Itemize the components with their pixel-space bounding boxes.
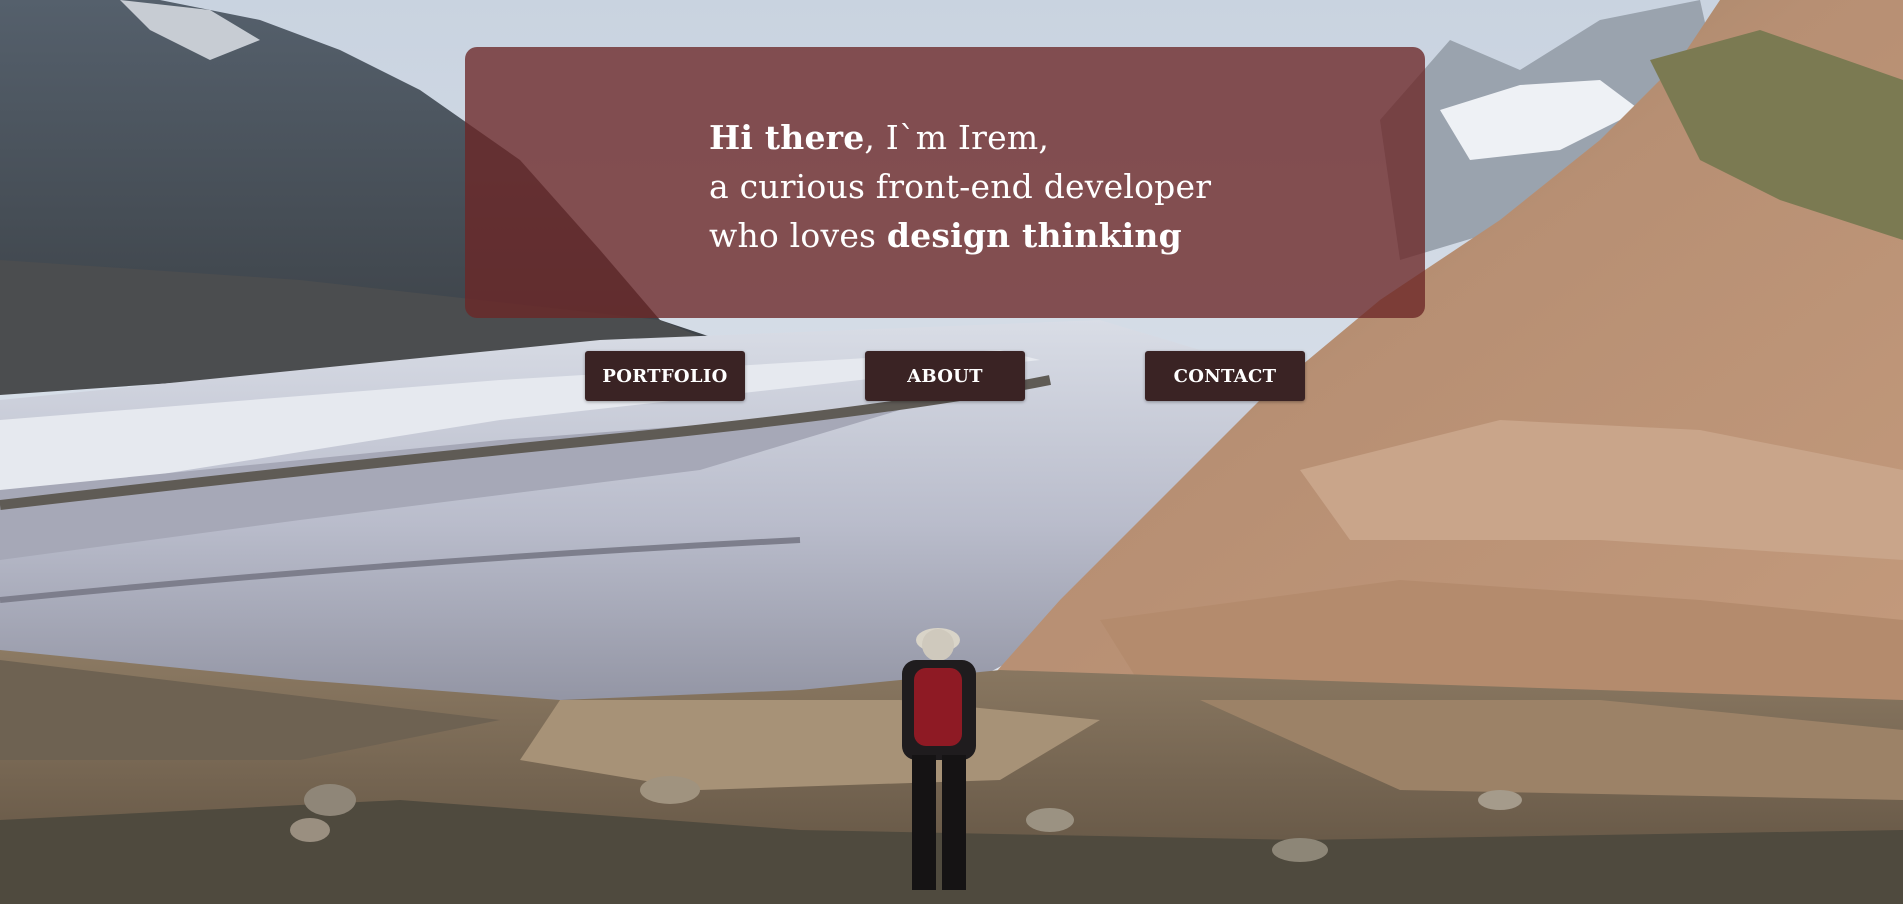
name-text: , I`m Irem, (864, 118, 1050, 157)
portfolio-button[interactable]: PORTFOLIO (585, 351, 745, 401)
about-button[interactable]: ABOUT (865, 351, 1025, 401)
contact-button[interactable]: CONTACT (1145, 351, 1305, 401)
intro-line-3: who loves design thinking (709, 211, 1211, 260)
intro-line-2: a curious front-end developer (709, 167, 1212, 206)
main-nav: PORTFOLIO ABOUT CONTACT (0, 351, 1903, 401)
greeting: Hi there (709, 118, 865, 157)
loves-text: who loves (709, 216, 887, 255)
intro-line-1: Hi there, I`m Irem, (709, 113, 1211, 162)
design-thinking-text: design thinking (886, 216, 1182, 255)
intro-card: Hi there, I`m Irem, a curious front-end … (465, 47, 1425, 318)
landing-page: Hi there, I`m Irem, a curious front-end … (0, 0, 1903, 904)
intro-text: Hi there, I`m Irem, a curious front-end … (709, 113, 1211, 260)
